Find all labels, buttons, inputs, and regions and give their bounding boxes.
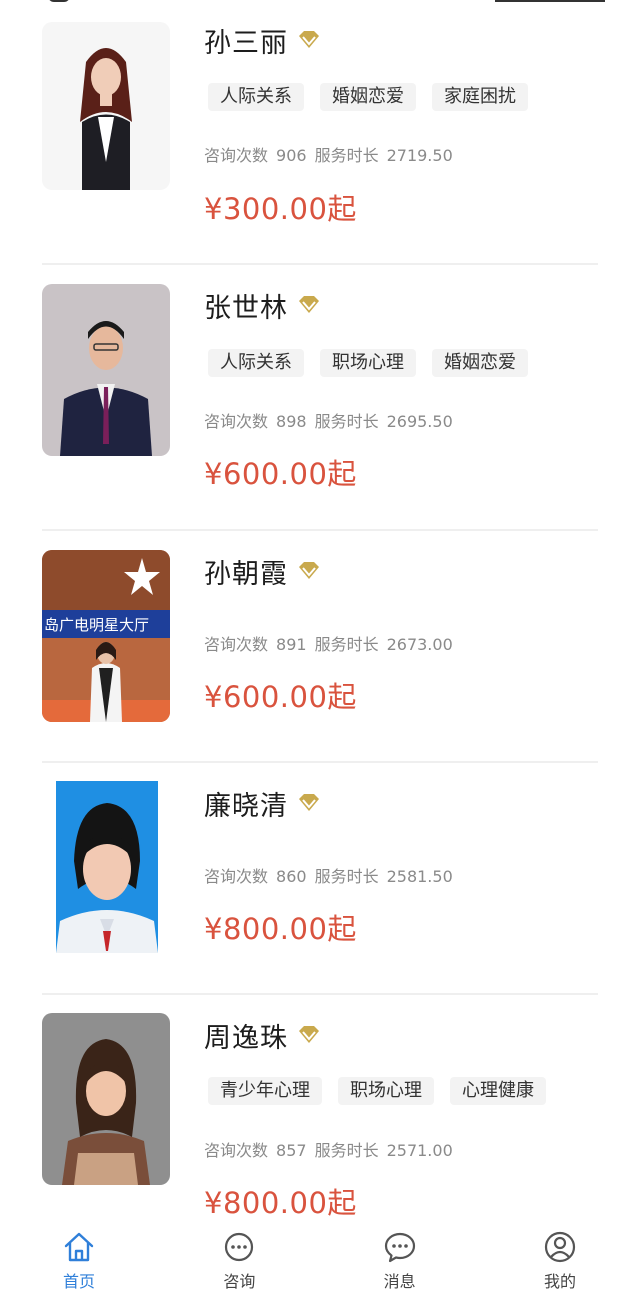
- counselor-card[interactable]: 廉晓清 咨询次数 860 服务时长 2581.50 ¥800.00起: [42, 763, 598, 995]
- counselor-stats: 咨询次数 860 服务时长 2581.50: [204, 863, 461, 887]
- tab-profile-label: 我的: [543, 1272, 576, 1291]
- counselor-photo: [42, 284, 170, 456]
- consult-count-label: 咨询次数: [204, 635, 269, 654]
- vip-diamond-icon: [299, 562, 319, 579]
- counselor-name-row: 张世林: [204, 285, 320, 325]
- counselor-photo: [56, 781, 158, 953]
- consult-count-value: 906: [276, 146, 307, 165]
- specialty-tag: 青少年心理: [208, 1077, 322, 1105]
- specialty-tag: 人际关系: [208, 349, 304, 377]
- consult-count-value: 857: [276, 1141, 307, 1160]
- counselor-name-row: 孙三丽: [204, 20, 320, 60]
- counselor-name: 廉晓清: [204, 790, 288, 822]
- specialty-tag: 人际关系: [208, 83, 304, 111]
- counselor-name-row: 周逸珠: [204, 1015, 320, 1055]
- counselor-name: 孙朝霞: [204, 558, 288, 590]
- counselor-tags: 人际关系 职场心理 婚姻恋爱: [208, 349, 528, 377]
- counselor-photo-image: [42, 284, 170, 456]
- specialty-tag: 职场心理: [320, 349, 416, 377]
- counselor-photo: 岛广电明星大厅: [42, 550, 170, 722]
- counselor-card[interactable]: 张世林 人际关系 职场心理 婚姻恋爱 咨询次数 898 服务时长 2695.50 ¥6…: [42, 265, 598, 531]
- counselor-photo: [42, 22, 170, 190]
- specialty-tag: 职场心理: [338, 1077, 434, 1105]
- consult-count-label: 咨询次数: [204, 412, 269, 431]
- consult-count-label: 咨询次数: [204, 146, 269, 165]
- counselor-stats: 咨询次数 898 服务时长 2695.50: [204, 408, 461, 432]
- counselor-name-row: 廉晓清: [204, 783, 320, 823]
- counselor-stats: 咨询次数 906 服务时长 2719.50: [204, 142, 461, 166]
- consult-count-label: 咨询次数: [204, 1141, 269, 1160]
- home-icon: [64, 1232, 94, 1262]
- counselor-photo-image: [42, 22, 170, 190]
- photo-backdrop-text: 岛广电明星大厅: [44, 616, 149, 634]
- counselor-price: ¥600.00起: [204, 680, 357, 714]
- bottom-tab-bar: 首页 咨询 消息 我的: [0, 1216, 635, 1301]
- duration-value: 2581.50: [386, 867, 453, 886]
- counselor-card[interactable]: 周逸珠 青少年心理 职场心理 心理健康 咨询次数 857 服务时长 2571.00 ¥…: [42, 995, 598, 1220]
- tab-messages-label: 消息: [383, 1272, 416, 1291]
- specialty-tag: 心理健康: [450, 1077, 546, 1105]
- counselor-photo-image: 岛广电明星大厅: [42, 550, 170, 722]
- counselor-card[interactable]: 孙三丽 人际关系 婚姻恋爱 家庭困扰 咨询次数 906 服务时长 2719.50 ¥3…: [42, 0, 598, 265]
- counselor-price: ¥600.00起: [204, 457, 357, 491]
- counselor-name: 孙三丽: [204, 27, 288, 59]
- consult-count-value: 860: [276, 867, 307, 886]
- vip-diamond-icon: [299, 296, 319, 313]
- tab-home-label: 首页: [62, 1272, 95, 1291]
- duration-value: 2571.00: [386, 1141, 453, 1160]
- tab-home[interactable]: 首页: [40, 1216, 118, 1301]
- counselor-photo: [42, 1013, 170, 1185]
- counselor-price: ¥300.00起: [204, 192, 357, 226]
- duration-value: 2695.50: [386, 412, 453, 431]
- message-bubble-icon: [384, 1232, 415, 1263]
- counselor-name-row: 孙朝霞: [204, 551, 320, 591]
- duration-label: 服务时长: [314, 1141, 379, 1160]
- duration-label: 服务时长: [314, 635, 379, 654]
- specialty-tag: 家庭困扰: [432, 83, 528, 111]
- user-profile-icon: [544, 1231, 576, 1263]
- duration-value: 2719.50: [386, 146, 453, 165]
- counselor-photo-image: [42, 1013, 170, 1185]
- duration-value: 2673.00: [386, 635, 453, 654]
- specialty-tag: 婚姻恋爱: [320, 83, 416, 111]
- duration-label: 服务时长: [314, 146, 379, 165]
- consult-count-value: 891: [276, 635, 307, 654]
- consult-count-value: 898: [276, 412, 307, 431]
- specialty-tag: 婚姻恋爱: [432, 349, 528, 377]
- vip-diamond-icon: [299, 1026, 319, 1043]
- counselor-name: 张世林: [204, 292, 288, 324]
- counselor-stats: 咨询次数 891 服务时长 2673.00: [204, 631, 461, 655]
- counselor-name: 周逸珠: [204, 1022, 288, 1054]
- tab-consult[interactable]: 咨询: [200, 1216, 278, 1301]
- vip-diamond-icon: [299, 794, 319, 811]
- counselor-tags: 人际关系 婚姻恋爱 家庭困扰: [208, 83, 528, 111]
- counselor-tags: 青少年心理 职场心理 心理健康: [208, 1077, 546, 1105]
- counselor-list-page: 孙三丽 人际关系 婚姻恋爱 家庭困扰 咨询次数 906 服务时长 2719.50 ¥3…: [0, 0, 635, 1301]
- counselor-stats: 咨询次数 857 服务时长 2571.00: [204, 1137, 461, 1161]
- tab-profile[interactable]: 我的: [521, 1216, 599, 1301]
- tab-consult-label: 咨询: [223, 1272, 256, 1291]
- consult-count-label: 咨询次数: [204, 867, 269, 886]
- vip-diamond-icon: [299, 31, 319, 48]
- duration-label: 服务时长: [314, 867, 379, 886]
- tab-messages[interactable]: 消息: [361, 1216, 439, 1301]
- counselor-price: ¥800.00起: [204, 912, 357, 946]
- counselor-photo-image: [56, 781, 158, 953]
- chat-dots-icon: [225, 1232, 254, 1262]
- duration-label: 服务时长: [314, 412, 379, 431]
- counselor-card[interactable]: 岛广电明星大厅 孙朝霞 咨询次数 891 服务时长 2673.00 ¥600.00起: [42, 531, 598, 763]
